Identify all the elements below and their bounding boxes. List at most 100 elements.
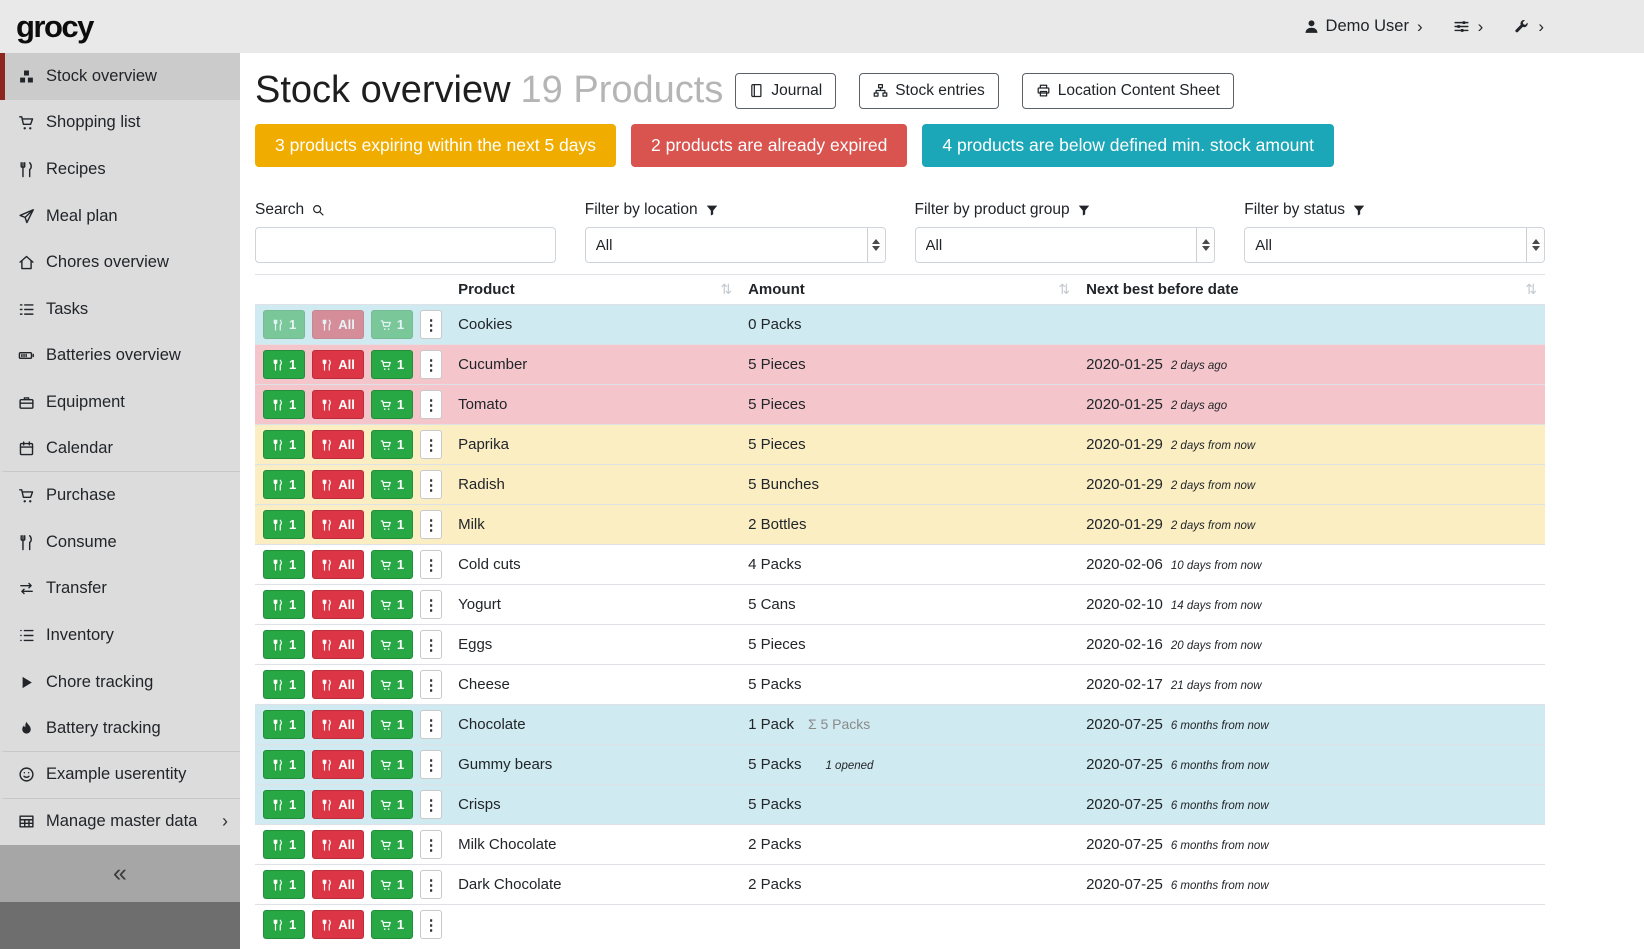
row-menu-button[interactable] bbox=[420, 590, 442, 619]
consume-one-button[interactable]: 1 bbox=[263, 670, 305, 699]
column-header-next-best-before-date[interactable]: Next best before date bbox=[1078, 275, 1545, 305]
consume-one-button[interactable]: 1 bbox=[263, 630, 305, 659]
search-input[interactable] bbox=[255, 227, 556, 263]
consume-one-button[interactable]: 1 bbox=[263, 870, 305, 899]
consume-all-button[interactable]: All bbox=[312, 310, 364, 339]
stock-entries-button[interactable]: Stock entries bbox=[859, 73, 999, 109]
consume-one-button[interactable]: 1 bbox=[263, 470, 305, 499]
consume-one-button[interactable]: 1 bbox=[263, 790, 305, 819]
user-menu[interactable]: Demo User bbox=[1303, 17, 1423, 37]
consume-all-button[interactable]: All bbox=[312, 470, 364, 499]
sidebar-item-chore-tracking[interactable]: Chore tracking bbox=[0, 659, 240, 706]
product-group-select[interactable]: All bbox=[915, 227, 1216, 263]
consume-all-button[interactable]: All bbox=[312, 870, 364, 899]
location-select[interactable]: All bbox=[585, 227, 886, 263]
consume-all-button[interactable]: All bbox=[312, 590, 364, 619]
status-select[interactable]: All bbox=[1244, 227, 1545, 263]
row-menu-button[interactable] bbox=[420, 310, 442, 339]
add-to-shopping-list-button[interactable]: 1 bbox=[371, 390, 413, 419]
sidebar-item-batteries-overview[interactable]: Batteries overview bbox=[0, 333, 240, 380]
consume-one-button[interactable]: 1 bbox=[263, 310, 305, 339]
add-to-shopping-list-button[interactable]: 1 bbox=[371, 790, 413, 819]
consume-all-button[interactable]: All bbox=[312, 670, 364, 699]
consume-all-button[interactable]: All bbox=[312, 830, 364, 859]
sidebar-item-purchase[interactable]: Purchase bbox=[0, 472, 240, 519]
consume-all-button[interactable]: All bbox=[312, 630, 364, 659]
consume-all-button[interactable]: All bbox=[312, 750, 364, 779]
consume-one-button[interactable]: 1 bbox=[263, 510, 305, 539]
add-to-shopping-list-button[interactable]: 1 bbox=[371, 710, 413, 739]
location-content-sheet-button[interactable]: Location Content Sheet bbox=[1022, 73, 1234, 109]
column-header-product[interactable]: Product bbox=[450, 275, 740, 305]
sidebar-item-example-userentity[interactable]: Example userentity bbox=[0, 752, 240, 799]
sidebar-item-calendar[interactable]: Calendar bbox=[0, 426, 240, 473]
sidebar-item-shopping-list[interactable]: Shopping list bbox=[0, 100, 240, 147]
sidebar-item-chores-overview[interactable]: Chores overview bbox=[0, 239, 240, 286]
consume-one-button[interactable]: 1 bbox=[263, 590, 305, 619]
below-min-stock-banner[interactable]: 4 products are below defined min. stock … bbox=[922, 124, 1334, 167]
row-menu-button[interactable] bbox=[420, 870, 442, 899]
sort-icon[interactable] bbox=[1058, 281, 1070, 298]
sidebar-item-consume[interactable]: Consume bbox=[0, 519, 240, 566]
row-menu-button[interactable] bbox=[420, 630, 442, 659]
consume-all-button[interactable]: All bbox=[312, 350, 364, 379]
sidebar-item-tasks[interactable]: Tasks bbox=[0, 286, 240, 333]
add-to-shopping-list-button[interactable]: 1 bbox=[371, 910, 413, 939]
journal-button[interactable]: Journal bbox=[735, 73, 836, 109]
sidebar-item-inventory[interactable]: Inventory bbox=[0, 612, 240, 659]
sidebar-item-equipment[interactable]: Equipment bbox=[0, 379, 240, 426]
add-to-shopping-list-button[interactable]: 1 bbox=[371, 870, 413, 899]
add-to-shopping-list-button[interactable]: 1 bbox=[371, 750, 413, 779]
add-to-shopping-list-button[interactable]: 1 bbox=[371, 550, 413, 579]
row-menu-button[interactable] bbox=[420, 710, 442, 739]
add-to-shopping-list-button[interactable]: 1 bbox=[371, 350, 413, 379]
consume-all-button[interactable]: All bbox=[312, 910, 364, 939]
row-menu-button[interactable] bbox=[420, 790, 442, 819]
sidebar-item-transfer[interactable]: Transfer bbox=[0, 566, 240, 613]
consume-one-button[interactable]: 1 bbox=[263, 430, 305, 459]
add-to-shopping-list-button[interactable]: 1 bbox=[371, 670, 413, 699]
consume-all-button[interactable]: All bbox=[312, 430, 364, 459]
consume-all-button[interactable]: All bbox=[312, 710, 364, 739]
add-to-shopping-list-button[interactable]: 1 bbox=[371, 590, 413, 619]
add-to-shopping-list-button[interactable]: 1 bbox=[371, 430, 413, 459]
sidebar-item-manage-master-data[interactable]: Manage master data bbox=[0, 799, 240, 846]
expired-products-banner[interactable]: 2 products are already expired bbox=[631, 124, 907, 167]
row-menu-button[interactable] bbox=[420, 390, 442, 419]
row-menu-button[interactable] bbox=[420, 350, 442, 379]
consume-one-button[interactable]: 1 bbox=[263, 350, 305, 379]
add-to-shopping-list-button[interactable]: 1 bbox=[371, 470, 413, 499]
consume-one-button[interactable]: 1 bbox=[263, 830, 305, 859]
add-to-shopping-list-button[interactable]: 1 bbox=[371, 310, 413, 339]
consume-all-button[interactable]: All bbox=[312, 390, 364, 419]
row-menu-button[interactable] bbox=[420, 430, 442, 459]
row-menu-button[interactable] bbox=[420, 670, 442, 699]
sidebar-item-battery-tracking[interactable]: Battery tracking bbox=[0, 705, 240, 752]
add-to-shopping-list-button[interactable]: 1 bbox=[371, 510, 413, 539]
expiring-products-banner[interactable]: 3 products expiring within the next 5 da… bbox=[255, 124, 616, 167]
add-to-shopping-list-button[interactable]: 1 bbox=[371, 830, 413, 859]
row-menu-button[interactable] bbox=[420, 470, 442, 499]
settings-menu[interactable] bbox=[1453, 17, 1484, 37]
sort-icon[interactable] bbox=[1525, 281, 1537, 298]
sidebar-item-meal-plan[interactable]: Meal plan bbox=[0, 193, 240, 240]
sidebar-item-stock-overview[interactable]: Stock overview bbox=[0, 53, 240, 100]
consume-one-button[interactable]: 1 bbox=[263, 910, 305, 939]
consume-one-button[interactable]: 1 bbox=[263, 750, 305, 779]
consume-one-button[interactable]: 1 bbox=[263, 550, 305, 579]
consume-all-button[interactable]: All bbox=[312, 510, 364, 539]
column-header-amount[interactable]: Amount bbox=[740, 275, 1078, 305]
consume-one-button[interactable]: 1 bbox=[263, 710, 305, 739]
row-menu-button[interactable] bbox=[420, 750, 442, 779]
admin-menu[interactable] bbox=[1513, 17, 1544, 37]
row-menu-button[interactable] bbox=[420, 550, 442, 579]
consume-one-button[interactable]: 1 bbox=[263, 390, 305, 419]
add-to-shopping-list-button[interactable]: 1 bbox=[371, 630, 413, 659]
sidebar-collapse-button[interactable] bbox=[0, 845, 240, 902]
sort-icon[interactable] bbox=[720, 281, 732, 298]
consume-all-button[interactable]: All bbox=[312, 790, 364, 819]
sidebar-item-recipes[interactable]: Recipes bbox=[0, 146, 240, 193]
consume-all-button[interactable]: All bbox=[312, 550, 364, 579]
row-menu-button[interactable] bbox=[420, 830, 442, 859]
row-menu-button[interactable] bbox=[420, 910, 442, 939]
